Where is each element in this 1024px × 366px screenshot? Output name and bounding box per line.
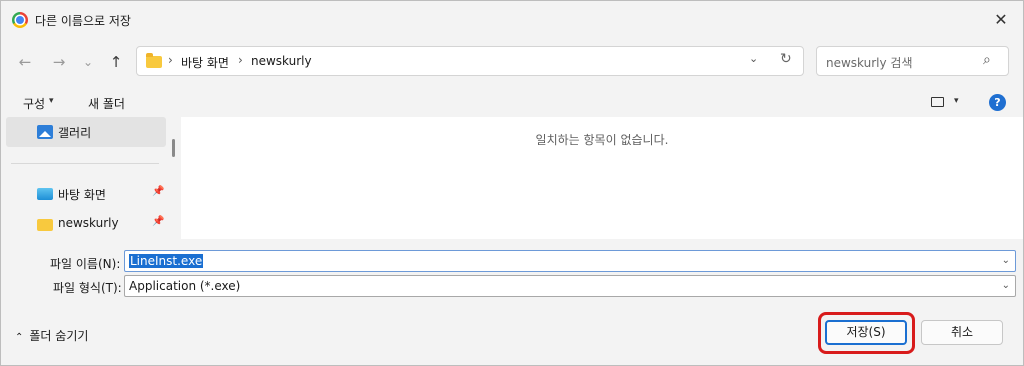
help-icon[interactable]: ? [989, 94, 1006, 111]
folder-icon [146, 53, 162, 68]
filename-label: 파일 이름(N): [50, 257, 121, 271]
chevron-down-icon[interactable]: ⌄ [1002, 280, 1010, 291]
filetype-select[interactable]: Application (*.exe) ⌄ [124, 275, 1016, 297]
organize-menu[interactable]: 구성 [23, 95, 45, 112]
folder-icon [37, 219, 53, 231]
forward-arrow-icon[interactable]: → [48, 51, 70, 73]
caret-down-icon[interactable]: ▾ [954, 96, 959, 106]
filename-value[interactable]: LineInst.exe [129, 254, 204, 268]
save-as-dialog: 다른 이름으로 저장 ✕ ← → ⌄ ↑ › 바탕 화면 › newskurly… [0, 0, 1024, 366]
search-icon[interactable]: ⌕ [983, 52, 991, 68]
hide-folders-button[interactable]: ⌃ 폴더 숨기기 [15, 327, 88, 344]
pin-icon[interactable]: 📌 [152, 186, 164, 197]
scrollbar-thumb[interactable] [172, 139, 175, 157]
breadcrumb-desktop[interactable]: 바탕 화면 [181, 54, 229, 71]
chevron-up-icon: ⌃ [15, 332, 24, 343]
pin-icon[interactable]: 📌 [152, 216, 164, 227]
sidebar-item-label: 갤러리 [58, 126, 92, 140]
title-bar: 다른 이름으로 저장 ✕ [1, 1, 1023, 39]
content-area: 갤러리 바탕 화면 📌 newskurly 📌 일치하는 항목이 없습니다. [1, 117, 1023, 239]
navigation-bar: ← → ⌄ ↑ › 바탕 화면 › newskurly ⌄ ↻ newskurl… [1, 39, 1023, 85]
sidebar-item-gallery[interactable]: 갤러리 [6, 117, 166, 147]
chevron-down-icon[interactable]: ⌄ [749, 52, 758, 65]
dialog-footer: ⌃ 폴더 숨기기 저장(S) 취소 [1, 301, 1023, 365]
sidebar-item-label: newskurly [58, 216, 119, 230]
save-button[interactable]: 저장(S) [825, 320, 907, 345]
sidebar-item-label: 바탕 화면 [58, 188, 106, 202]
view-icon[interactable] [931, 97, 944, 107]
navigation-pane: 갤러리 바탕 화면 📌 newskurly 📌 [1, 117, 181, 239]
breadcrumb-separator: › [238, 53, 243, 67]
filetype-label: 파일 형식(T): [53, 281, 122, 295]
close-icon[interactable]: ✕ [989, 8, 1013, 32]
chrome-icon [12, 12, 28, 28]
file-list[interactable]: 일치하는 항목이 없습니다. [181, 117, 1023, 239]
chevron-down-icon[interactable]: ⌄ [1002, 255, 1010, 266]
divider [11, 163, 159, 164]
empty-message: 일치하는 항목이 없습니다. [535, 133, 669, 147]
filename-field[interactable]: LineInst.exe ⌄ [124, 250, 1016, 272]
command-toolbar: 구성 ▾ 새 폴더 ▾ ? [1, 87, 1023, 117]
new-folder-button[interactable]: 새 폴더 [88, 95, 125, 112]
refresh-icon[interactable]: ↻ [780, 51, 792, 67]
up-arrow-icon[interactable]: ↑ [105, 51, 127, 73]
gallery-icon [37, 125, 53, 139]
sidebar-item-desktop[interactable]: 바탕 화면 📌 [6, 179, 166, 209]
window-title: 다른 이름으로 저장 [35, 14, 131, 28]
back-arrow-icon[interactable]: ← [14, 51, 36, 73]
address-bar[interactable]: › 바탕 화면 › newskurly ⌄ ↻ [136, 46, 804, 76]
cancel-button[interactable]: 취소 [921, 320, 1003, 345]
breadcrumb-newskurly[interactable]: newskurly [251, 54, 312, 68]
file-fields: 파일 이름(N): LineInst.exe ⌄ 파일 형식(T): Appli… [1, 239, 1023, 301]
recent-locations-icon[interactable]: ⌄ [77, 51, 99, 73]
hide-folders-label: 폴더 숨기기 [29, 329, 89, 343]
search-input[interactable]: newskurly 검색 [826, 54, 913, 71]
sidebar-item-newskurly[interactable]: newskurly 📌 [6, 209, 166, 239]
filetype-value[interactable]: Application (*.exe) [129, 279, 240, 293]
search-box[interactable]: newskurly 검색 ⌕ [816, 46, 1009, 76]
caret-down-icon[interactable]: ▾ [49, 96, 54, 106]
desktop-icon [37, 188, 53, 200]
breadcrumb-separator: › [168, 53, 173, 67]
